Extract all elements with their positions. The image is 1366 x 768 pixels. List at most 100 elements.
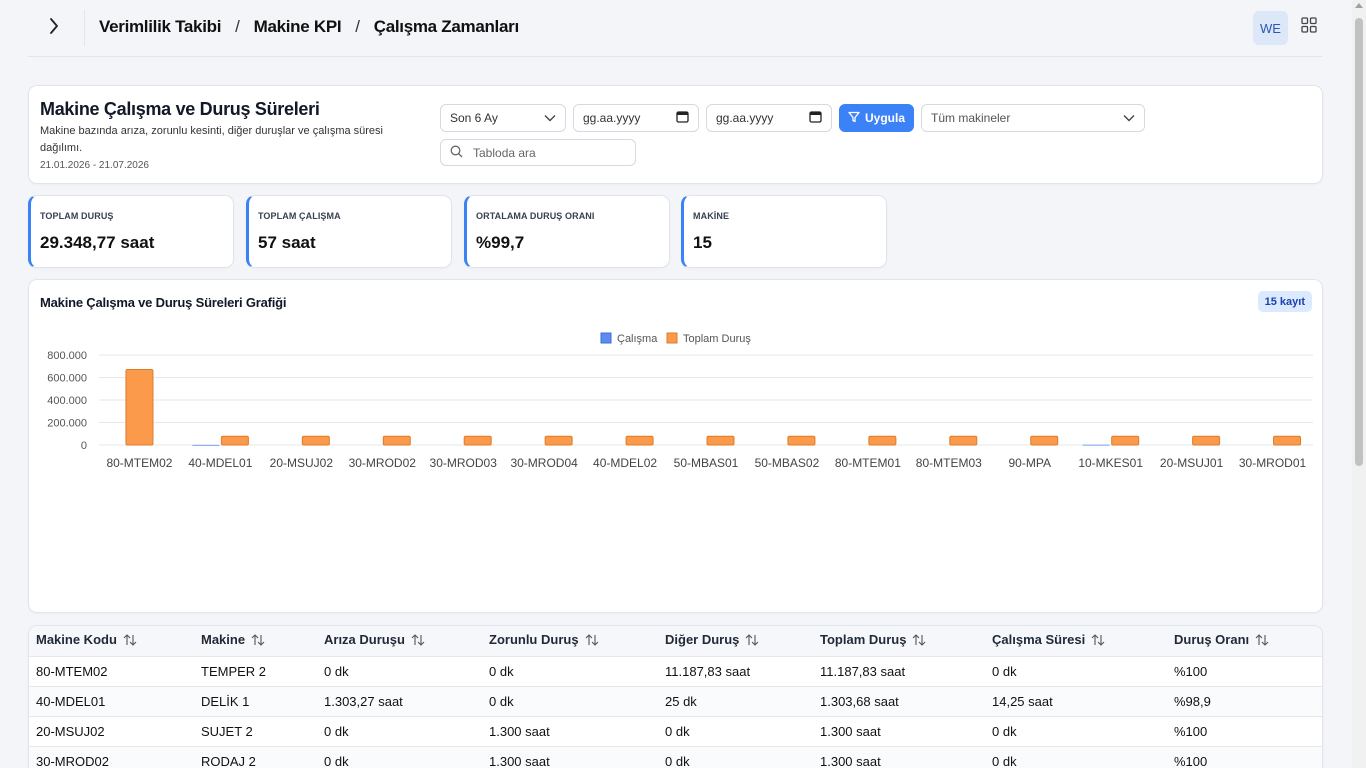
end-date-placeholder: gg.aa.yyyy [716, 111, 774, 125]
page-description: Makine bazında arıza, zorunlu kesinti, d… [40, 125, 383, 154]
sort-icon[interactable] [745, 634, 759, 649]
table-cell: %100 [1167, 745, 1322, 768]
apply-button[interactable]: Uygula [839, 104, 914, 132]
kpi-value: 29.348,77 saat [40, 233, 155, 252]
table-cell: SUJET 2 [194, 715, 317, 746]
sort-icon[interactable] [251, 634, 265, 649]
table-search[interactable] [440, 139, 636, 166]
user-avatar[interactable]: WE [1253, 11, 1288, 45]
sort-icon[interactable] [1091, 634, 1105, 649]
kpi-label: MAKİNE [693, 211, 730, 221]
table-search-input[interactable] [473, 145, 623, 160]
apps-grid-button[interactable] [1298, 16, 1320, 38]
bar-toplam-durus [544, 435, 573, 446]
table-cell: RODAJ 2 [194, 745, 317, 768]
breadcrumb-item-makine-kpi[interactable]: Makine KPI [254, 17, 342, 37]
table-row[interactable]: 20-MSUJ02 SUJET 20 dk 1.300 saat 0 dk 1.300 … [29, 715, 1322, 746]
bar-toplam-durus [949, 435, 978, 446]
date-range-text: 21.01.2026 - 21.07.2026 [40, 160, 149, 171]
legend-label: Toplam Duruş [683, 333, 751, 345]
kpi-label: ORTALAMA DURUŞ ORANI [476, 211, 595, 221]
table-cell: 25 dk [658, 685, 813, 716]
bar-toplam-durus [625, 435, 654, 446]
chevron-down-icon [544, 111, 556, 125]
table-cell: 0 dk [482, 685, 658, 716]
table-cell: 20-MSUJ02 [29, 715, 194, 746]
x-tick-label: 30-MROD04 [510, 456, 578, 470]
table-cell: 1.300 saat [482, 715, 658, 746]
expand-sidebar-button[interactable] [40, 14, 68, 42]
y-tick-label: 600.000 [47, 373, 87, 385]
divider [84, 10, 85, 46]
column-header[interactable]: Çalışma Süresi [985, 626, 1167, 656]
y-tick-label: 200.000 [47, 418, 87, 430]
scrollbar-thumb[interactable] [1355, 18, 1363, 466]
table-cell: 1.303,68 saat [813, 685, 985, 716]
x-tick-label: 30-MROD01 [1239, 456, 1307, 470]
table-cell: 0 dk [317, 655, 482, 686]
x-tick-label: 40-MDEL01 [188, 456, 252, 470]
table-cell: 1.300 saat [813, 745, 985, 768]
end-date-input[interactable]: gg.aa.yyyy [706, 104, 832, 132]
data-table: Makine Kodu Makine Arıza Duruşu Zorunlu Dur… [29, 626, 1322, 768]
breadcrumb-item-verimlilik[interactable]: Verimlilik Takibi [99, 17, 221, 37]
scroll-up-arrow-icon[interactable] [1355, 3, 1363, 8]
table-row[interactable]: 40-MDEL01 DELİK 1 1.303,27 saat 0 dk 25 dk 1.… [29, 685, 1322, 716]
sort-icon[interactable] [411, 634, 425, 649]
column-header-label: Arıza Duruşu [324, 632, 405, 648]
bar-toplam-durus [463, 435, 492, 446]
sort-icon[interactable] [585, 634, 599, 649]
column-header-label: Diğer Duruş [665, 632, 740, 648]
kpi-card-avg-downtime-ratio: ORTALAMA DURUŞ ORANI %99,7 [464, 195, 670, 268]
page-title: Makine Çalışma ve Duruş Süreleri [40, 99, 320, 119]
column-header-label: Makine [201, 632, 246, 648]
breadcrumb-item-calisma-zamanlari: Çalışma Zamanları [373, 17, 519, 36]
column-header[interactable]: Makine Kodu [29, 626, 194, 656]
start-date-input[interactable]: gg.aa.yyyy [573, 104, 699, 132]
table-row[interactable]: 80-MTEM02 TEMPER 20 dk 0 dk 11.187,83 saat 1… [29, 655, 1322, 686]
sort-icon[interactable] [123, 634, 137, 649]
legend-label: Çalışma [617, 333, 658, 345]
x-tick-label: 50-MBAS01 [674, 456, 739, 470]
column-header-label: Toplam Duruş [820, 632, 907, 648]
y-tick-label: 0 [81, 440, 87, 452]
breadcrumb-separator: / [355, 17, 360, 36]
machine-select[interactable]: Tüm makineler [921, 104, 1145, 132]
column-header[interactable]: Diğer Duruş [658, 626, 813, 656]
column-header[interactable]: Duruş Oranı [1167, 626, 1322, 656]
x-tick-label: 50-MBAS02 [755, 456, 820, 470]
chevron-down-icon [1123, 111, 1135, 125]
x-tick-label: 20-MSUJ01 [1160, 456, 1224, 470]
period-select[interactable]: Son 6 Ay [440, 104, 566, 132]
sort-icon[interactable] [1255, 634, 1269, 649]
kpi-value: 15 [693, 233, 712, 252]
x-tick-label: 10-MKES01 [1078, 456, 1143, 470]
table-cell: %100 [1167, 715, 1322, 746]
column-header[interactable]: Zorunlu Duruş [482, 626, 658, 656]
sort-icon[interactable] [912, 634, 926, 649]
grid-icon [1301, 16, 1317, 38]
table-cell: DELİK 1 [194, 685, 317, 716]
column-header[interactable]: Arıza Duruşu [317, 626, 482, 656]
breadcrumb: Verimlilik Takibi / Makine KPI / Çalışma… [99, 17, 519, 37]
column-header[interactable]: Makine [194, 626, 317, 656]
column-header-label: Duruş Oranı [1174, 632, 1250, 648]
period-select-value: Son 6 Ay [450, 111, 498, 125]
table-row[interactable]: 30-MROD02 RODAJ 20 dk 1.300 saat 0 dk 1.300 … [29, 745, 1322, 768]
kpi-value: 57 saat [258, 233, 316, 252]
column-header[interactable]: Toplam Duruş [813, 626, 985, 656]
bar-chart: 800.000 600.000 400.000 200.000 0 Çalışma Topl… [47, 332, 1313, 470]
kpi-card-total-runtime: TOPLAM ÇALIŞMA 57 saat [246, 195, 452, 268]
legend-swatch [666, 332, 678, 344]
table-cell: 1.300 saat [813, 715, 985, 746]
table-cell: 0 dk [317, 745, 482, 768]
table-cell: 0 dk [482, 655, 658, 686]
page-scrollbar[interactable] [1352, 0, 1366, 768]
x-tick-label: 20-MSUJ02 [270, 456, 334, 470]
table-cell: 0 dk [985, 745, 1167, 768]
table-cell: 1.300 saat [482, 745, 658, 768]
bar-calisma [192, 444, 220, 446]
table-cell: 0 dk [317, 715, 482, 746]
kpi-label: TOPLAM DURUŞ [40, 211, 114, 221]
chevron-right-icon [49, 17, 59, 39]
